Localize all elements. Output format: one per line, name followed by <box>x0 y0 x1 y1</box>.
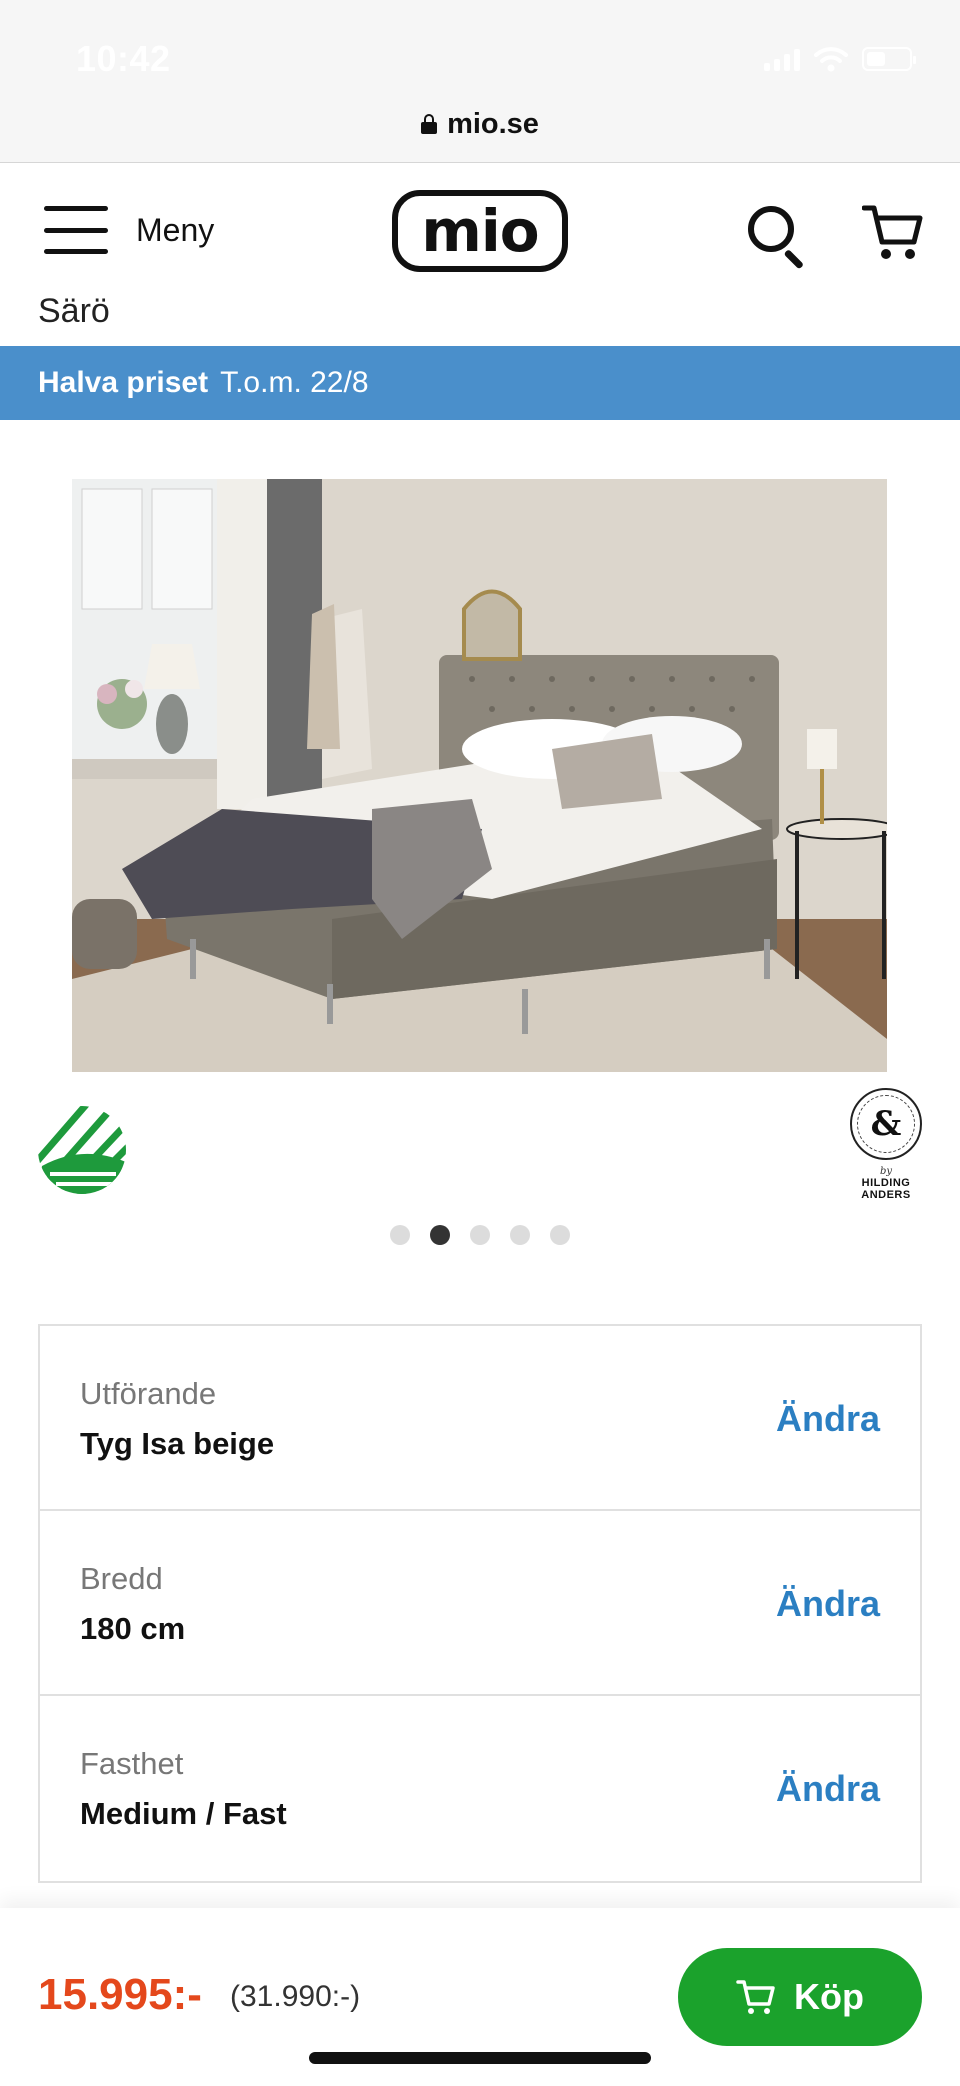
option-bredd[interactable]: Bredd 180 cm Ändra <box>40 1511 920 1696</box>
logo-text: mio <box>421 197 539 265</box>
browser-chrome: 10:42 mio.se <box>0 0 960 163</box>
carousel-dot[interactable] <box>550 1225 570 1245</box>
menu-button[interactable]: Meny <box>44 206 214 254</box>
breadcrumb[interactable]: Särö <box>38 292 110 331</box>
cart-icon[interactable] <box>862 202 924 264</box>
brand-seal-icon: & <box>850 1088 922 1160</box>
signal-icon <box>764 47 800 71</box>
product-options: Utförande Tyg Isa beige Ändra Bredd 180 … <box>38 1324 922 1883</box>
carousel-dot-active[interactable] <box>430 1225 450 1245</box>
menu-label: Meny <box>136 211 215 248</box>
lock-icon <box>421 114 438 134</box>
battery-icon <box>862 47 916 71</box>
carousel-dot[interactable] <box>390 1225 410 1245</box>
brand-name-line2: ANDERS <box>861 1189 911 1201</box>
home-indicator <box>309 2052 651 2064</box>
change-bredd-button[interactable]: Ändra <box>776 1583 880 1625</box>
brand-name-line1: HILDING <box>861 1177 911 1189</box>
option-value: 180 cm <box>80 1611 186 1646</box>
option-fasthet[interactable]: Fasthet Medium / Fast Ändra <box>40 1696 920 1881</box>
url-text: mio.se <box>447 107 539 140</box>
option-value: Medium / Fast <box>80 1796 287 1831</box>
address-bar[interactable]: mio.se <box>0 100 960 148</box>
site-header: Meny mio <box>0 164 960 304</box>
option-value: Tyg Isa beige <box>80 1426 275 1461</box>
hilding-anders-badge: & by HILDING ANDERS <box>846 1088 926 1208</box>
promo-title: Halva priset <box>38 366 209 399</box>
promo-banner: Halva priset T.o.m. 22/8 <box>0 346 960 420</box>
swan-ecolabel-icon <box>38 1106 126 1194</box>
bed-photo <box>72 479 887 1072</box>
carousel-dots <box>390 1225 570 1245</box>
original-price: (31.990:-) <box>230 1980 361 2013</box>
option-utforande[interactable]: Utförande Tyg Isa beige Ändra <box>40 1326 920 1511</box>
current-price: 15.995:- <box>38 1970 202 2019</box>
status-time: 10:42 <box>76 38 171 79</box>
carousel-dot[interactable] <box>510 1225 530 1245</box>
carousel-dot[interactable] <box>470 1225 490 1245</box>
option-label: Utförande <box>80 1376 217 1411</box>
brand-by: by <box>879 1166 893 1177</box>
buy-label: Köp <box>794 1976 864 2017</box>
promo-date: T.o.m. 22/8 <box>220 366 369 399</box>
option-label: Bredd <box>80 1561 163 1596</box>
hamburger-icon <box>44 206 108 254</box>
cart-icon <box>736 1980 775 2014</box>
status-icons <box>764 46 916 72</box>
search-icon[interactable] <box>746 204 806 270</box>
mio-logo[interactable]: mio <box>392 190 568 272</box>
change-utforande-button[interactable]: Ändra <box>776 1398 880 1440</box>
product-image[interactable] <box>72 479 887 1072</box>
option-label: Fasthet <box>80 1746 184 1781</box>
buy-button[interactable]: Köp <box>678 1948 922 2046</box>
wifi-icon <box>814 47 848 72</box>
change-fasthet-button[interactable]: Ändra <box>776 1768 880 1810</box>
